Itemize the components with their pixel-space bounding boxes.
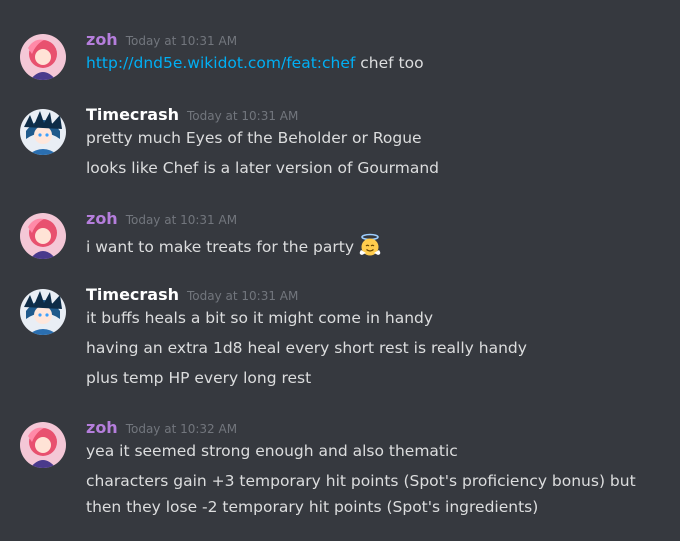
message-line: characters gain +3 temporary hit points … bbox=[86, 472, 636, 490]
message-header: zoh Today at 10:31 AM bbox=[86, 30, 237, 49]
avatar-zoh[interactable] bbox=[20, 213, 66, 259]
username[interactable]: zoh bbox=[86, 30, 118, 49]
message-line: having an extra 1d8 heal every short res… bbox=[86, 339, 527, 357]
angel-face-emoji bbox=[358, 233, 382, 261]
username[interactable]: Timecrash bbox=[86, 105, 179, 124]
message-line: yea it seemed strong enough and also the… bbox=[86, 442, 458, 460]
message-header: zoh Today at 10:31 AM bbox=[86, 209, 237, 228]
message-line: then they lose -2 temporary hit points (… bbox=[86, 498, 539, 516]
message-header: Timecrash Today at 10:31 AM bbox=[86, 285, 298, 304]
timestamp: Today at 10:31 AM bbox=[187, 109, 299, 123]
username[interactable]: Timecrash bbox=[86, 285, 179, 304]
avatar-zoh[interactable] bbox=[20, 34, 66, 80]
avatar-timecrash[interactable] bbox=[20, 289, 66, 335]
timestamp: Today at 10:31 AM bbox=[125, 213, 238, 227]
message-line: i want to make treats for the party bbox=[86, 233, 382, 261]
avatar-timecrash[interactable] bbox=[20, 109, 66, 155]
message-line: looks like Chef is a later version of Go… bbox=[86, 159, 440, 177]
username[interactable]: zoh bbox=[86, 209, 118, 228]
message-header: zoh Today at 10:32 AM bbox=[86, 418, 237, 437]
timestamp: Today at 10:31 AM bbox=[187, 289, 299, 303]
username[interactable]: zoh bbox=[86, 418, 118, 437]
message-header: Timecrash Today at 10:31 AM bbox=[86, 105, 298, 124]
timestamp: Today at 10:31 AM bbox=[125, 34, 238, 48]
message-line: plus temp HP every long rest bbox=[86, 369, 312, 387]
message-line: pretty much Eyes of the Beholder or Rogu… bbox=[86, 129, 422, 147]
message-line: it buffs heals a bit so it might come in… bbox=[86, 309, 434, 327]
message-link[interactable]: http://dnd5e.wikidot.com/feat:chef bbox=[86, 54, 355, 72]
message-text: chef too bbox=[355, 54, 424, 72]
avatar-zoh[interactable] bbox=[20, 422, 66, 468]
message-line: http://dnd5e.wikidot.com/feat:chef chef … bbox=[86, 54, 424, 72]
timestamp: Today at 10:32 AM bbox=[125, 422, 238, 436]
message-text: i want to make treats for the party bbox=[86, 238, 354, 256]
